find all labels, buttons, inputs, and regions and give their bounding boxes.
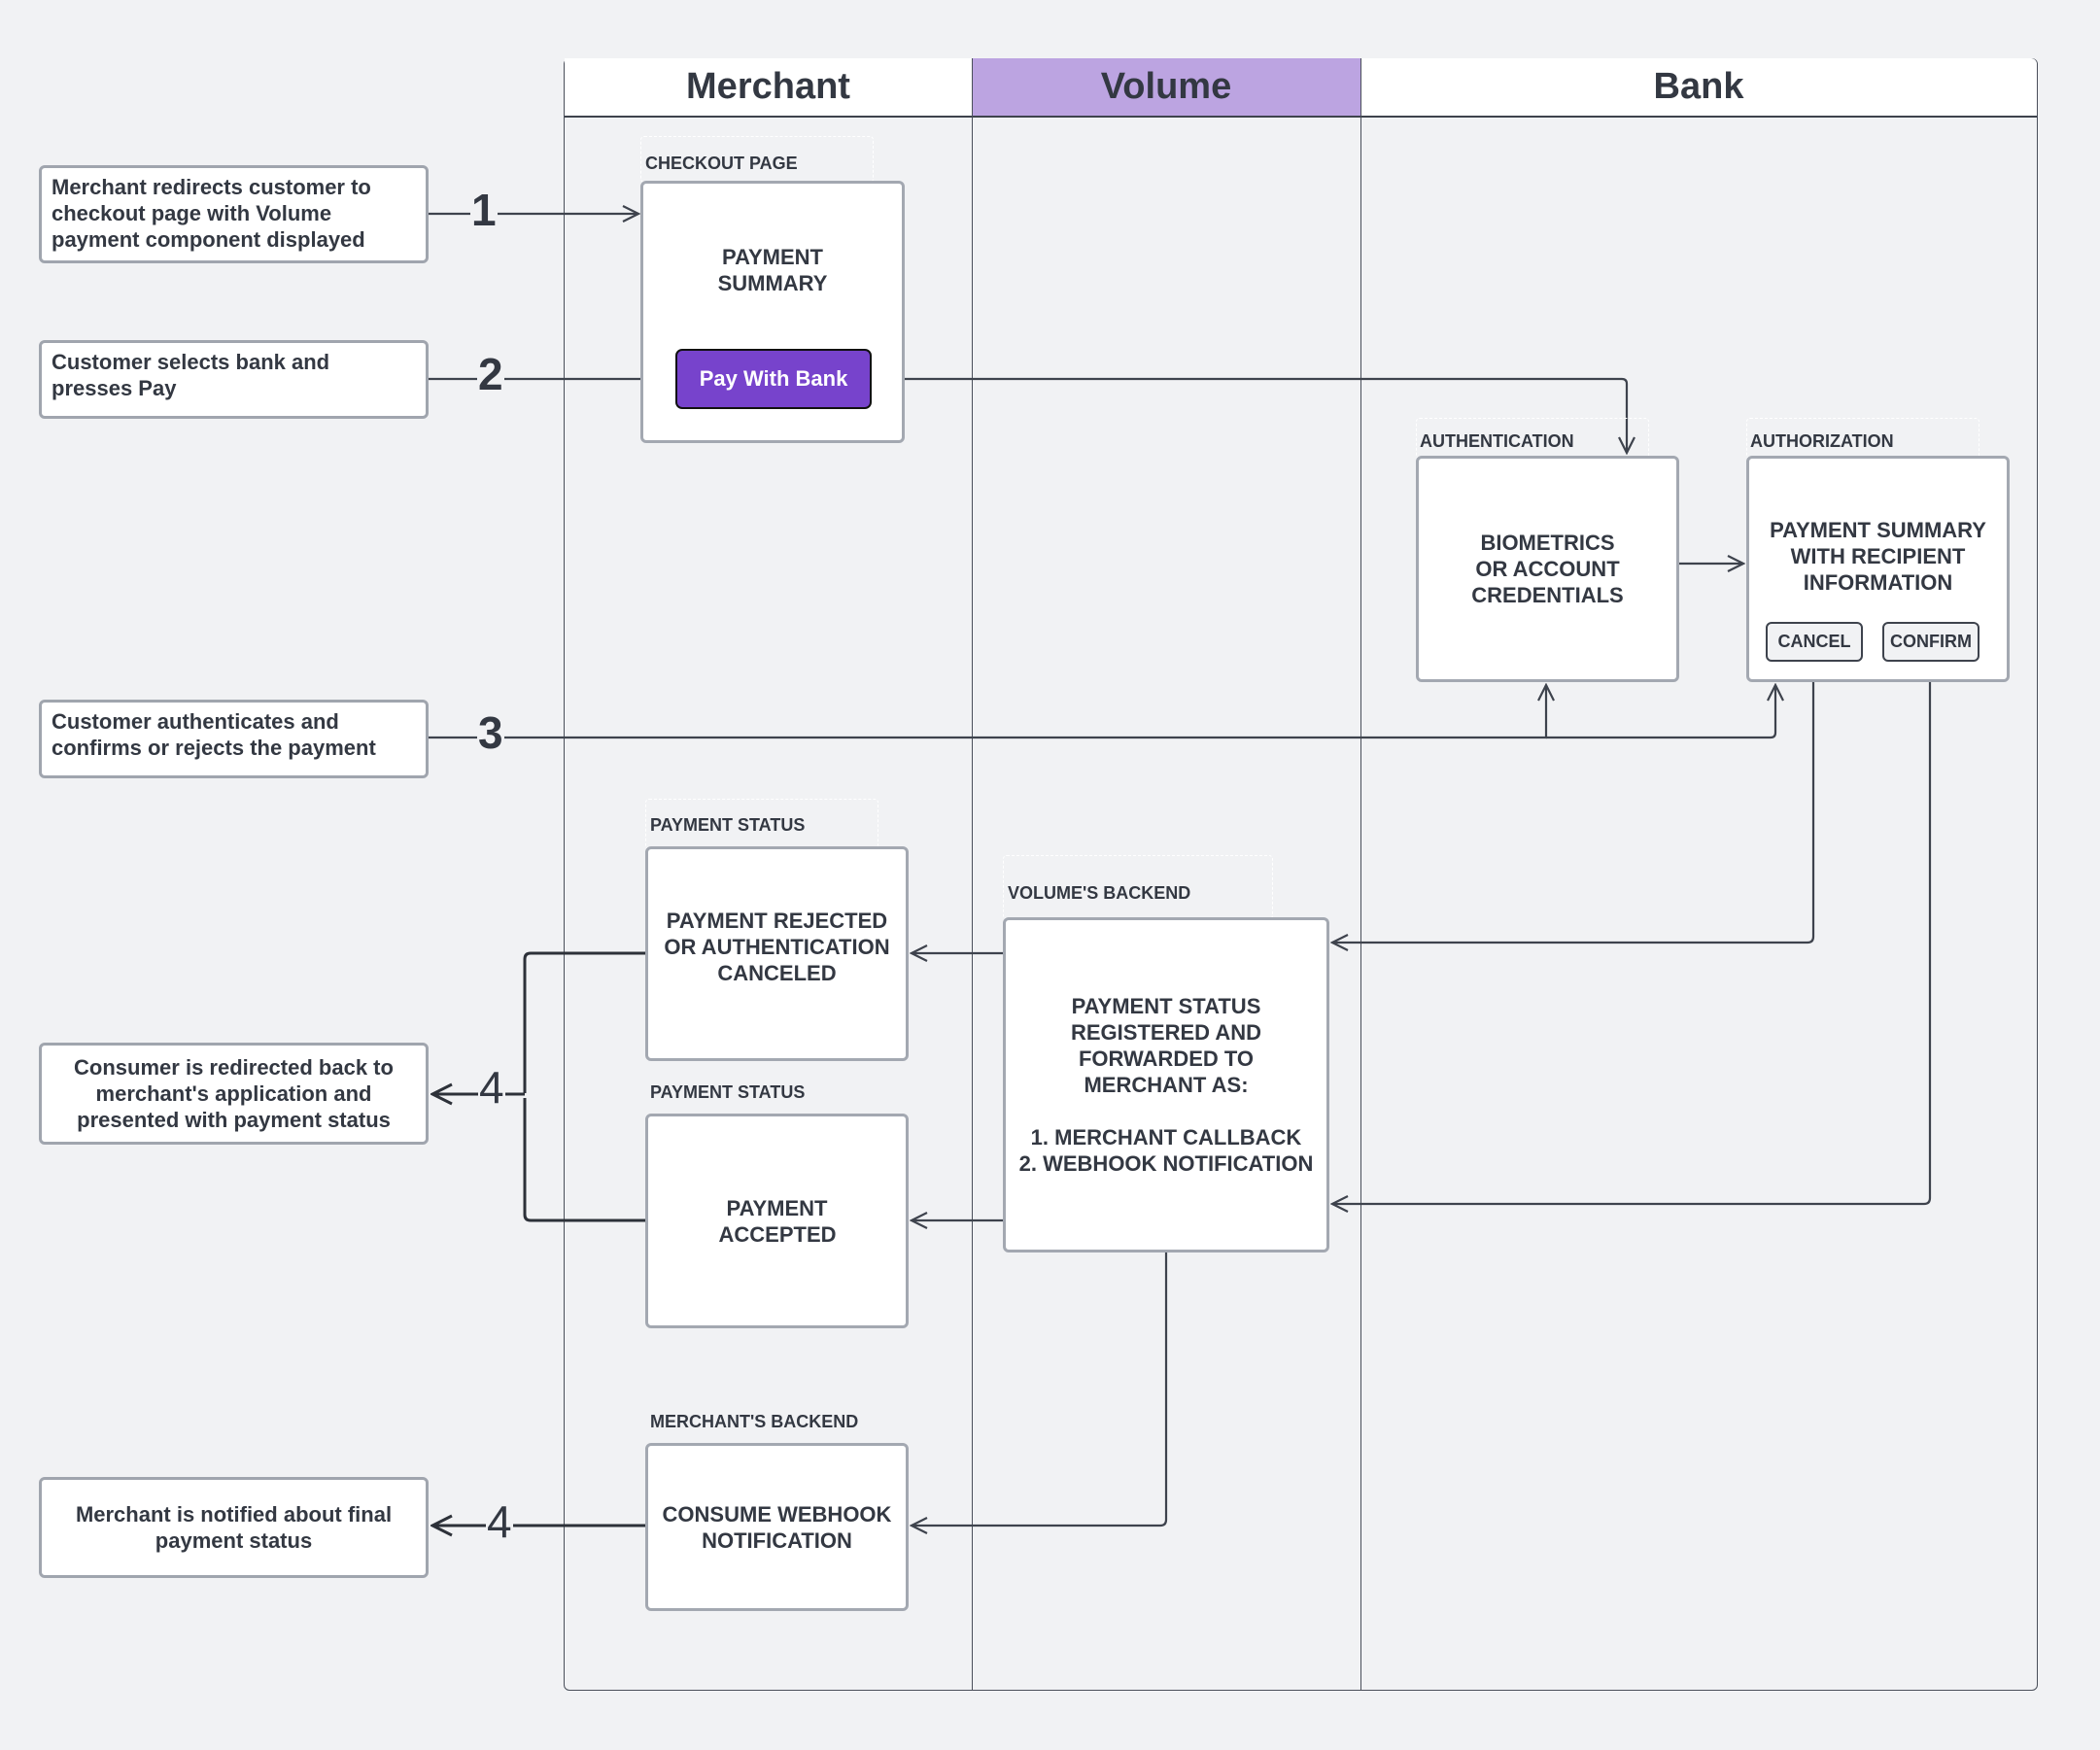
payment-accepted-title: PAYMENT ACCEPTED <box>718 1195 837 1247</box>
connector-backend-to-webhook <box>912 1252 1168 1526</box>
checkout-group-label: CHECKOUT PAGE <box>645 154 798 173</box>
step-2-description: Customer selects bank and presses Pay <box>39 340 429 419</box>
pay-with-bank-button[interactable]: Pay With Bank <box>675 349 872 409</box>
step-2-text: Customer selects bank and presses Pay <box>52 350 330 400</box>
step-3-description: Customer authenticates and confirms or r… <box>39 700 429 778</box>
step-4a-description: Consumer is redirected back to merchant'… <box>39 1043 429 1145</box>
authorization-title: PAYMENT SUMMARY WITH RECIPIENT INFORMATI… <box>1770 518 1986 595</box>
step-number-3: 3 <box>477 707 504 758</box>
connector-accepted-to-consumer <box>523 1098 645 1222</box>
step-number-4a: 4 <box>478 1062 505 1113</box>
connector-cancel-to-backend <box>1332 661 1815 943</box>
step-1-text: Merchant redirects customer to checkout … <box>52 175 371 252</box>
step-number-2: 2 <box>477 349 504 399</box>
biometrics-title: BIOMETRICS OR ACCOUNT CREDENTIALS <box>1471 531 1624 607</box>
step-4a-text: Consumer is redirected back to merchant'… <box>74 1055 394 1132</box>
merchant-callback-item: 1. MERCHANT CALLBACK <box>1030 1125 1302 1150</box>
step-1-description: Merchant redirects customer to checkout … <box>39 165 429 263</box>
authorization-group-label: AUTHORIZATION <box>1750 431 1894 451</box>
step-number-1: 1 <box>470 185 498 235</box>
status-accepted-group-label: PAYMENT STATUS <box>650 1082 806 1102</box>
volume-backend-card: PAYMENT STATUS REGISTERED AND FORWARDED … <box>1003 917 1329 1252</box>
merchant-backend-group-label: MERCHANT'S BACKEND <box>650 1412 859 1431</box>
payment-summary-title: PAYMENT SUMMARY <box>717 245 828 295</box>
consume-webhook-card: CONSUME WEBHOOK NOTIFICATION <box>645 1443 909 1611</box>
webhook-notification-item: 2. WEBHOOK NOTIFICATION <box>1018 1151 1314 1176</box>
step-4b-description: Merchant is notified about final payment… <box>39 1477 429 1578</box>
payment-rejected-title: PAYMENT REJECTED OR AUTHENTICATION CANCE… <box>664 909 890 985</box>
payment-accepted-card: PAYMENT ACCEPTED <box>645 1114 909 1328</box>
status-rejected-group-label: PAYMENT STATUS <box>650 815 806 835</box>
cancel-button[interactable]: CANCEL <box>1766 622 1863 662</box>
authentication-group-label: AUTHENTICATION <box>1420 431 1574 451</box>
connector-step-3 <box>428 685 1546 739</box>
step-number-4b: 4 <box>486 1496 513 1547</box>
connector-confirm-to-backend <box>1332 661 1932 1204</box>
volume-backend-text: PAYMENT STATUS REGISTERED AND FORWARDED … <box>1071 994 1261 1097</box>
payment-rejected-card: PAYMENT REJECTED OR AUTHENTICATION CANCE… <box>645 846 909 1061</box>
connector-rejected-to-consumer <box>523 951 645 1093</box>
connector-step-3-authorization <box>1546 685 1775 739</box>
step-4b-text: Merchant is notified about final payment… <box>75 1502 393 1553</box>
biometrics-card: BIOMETRICS OR ACCOUNT CREDENTIALS <box>1416 456 1679 682</box>
consume-webhook-title: CONSUME WEBHOOK NOTIFICATION <box>662 1501 892 1553</box>
confirm-button[interactable]: CONFIRM <box>1882 622 1980 662</box>
volume-backend-group-label: VOLUME'S BACKEND <box>1008 883 1191 903</box>
step-3-text: Customer authenticates and confirms or r… <box>52 709 376 760</box>
